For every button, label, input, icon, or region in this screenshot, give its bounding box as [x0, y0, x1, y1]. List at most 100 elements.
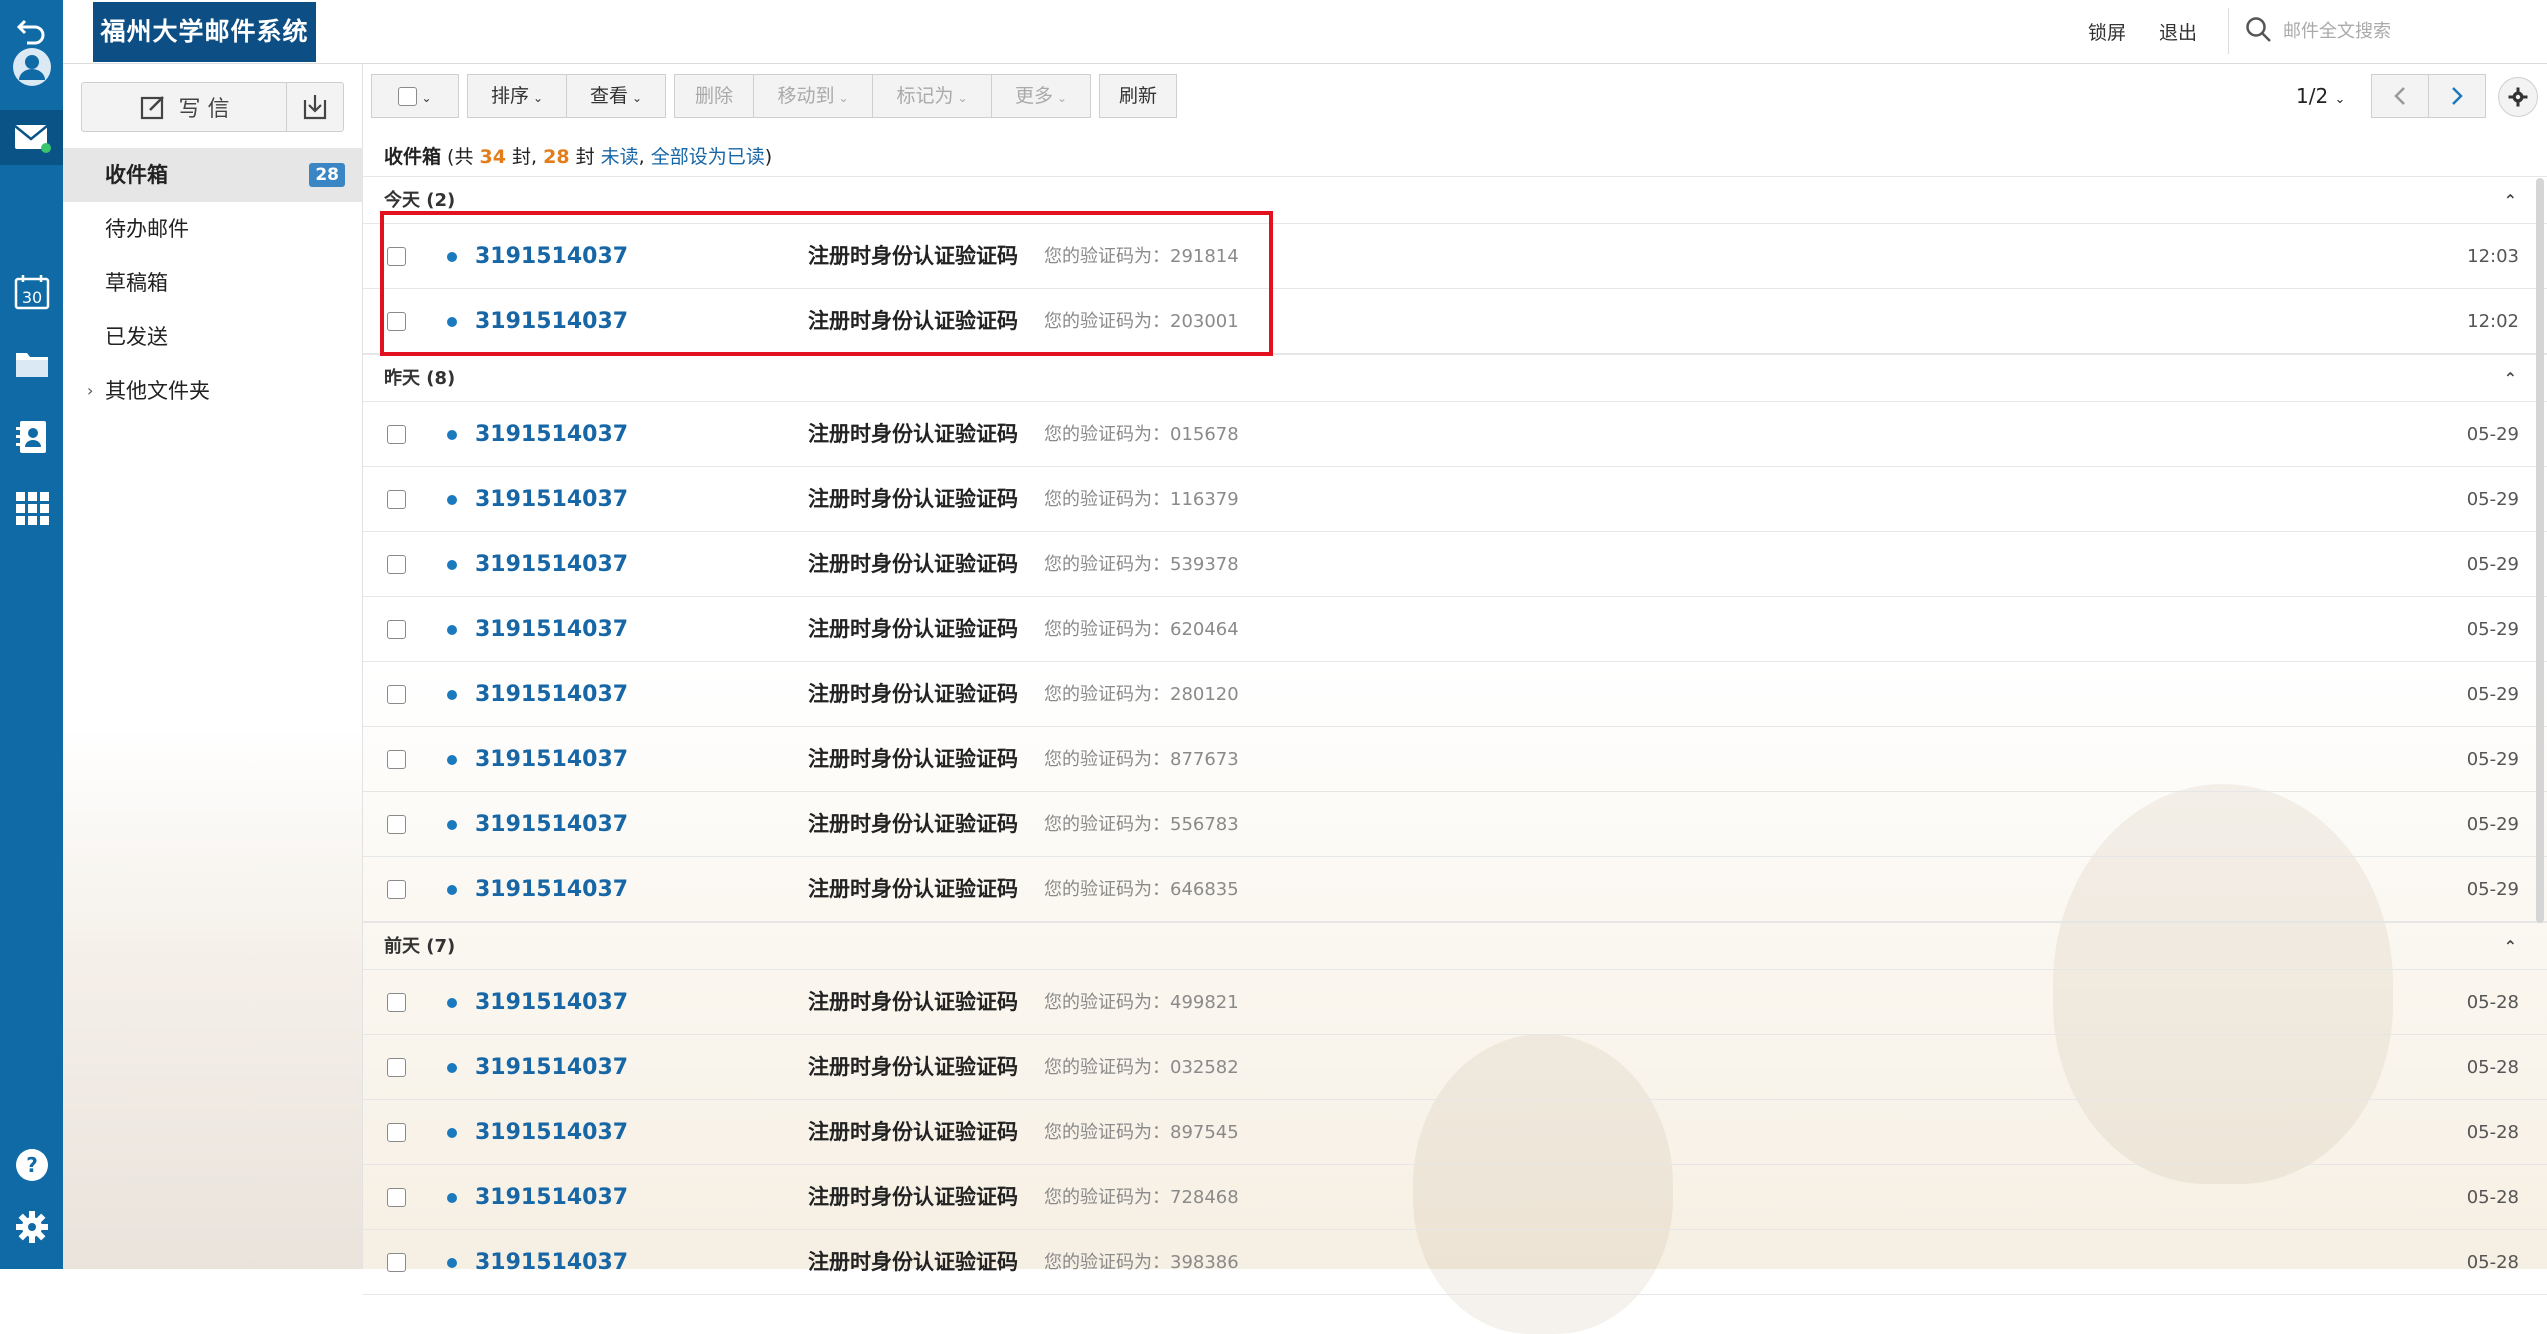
mail-row[interactable]: 3191514037 注册时身份认证验证码 您的验证码为：539378 05-29 [363, 532, 2547, 597]
mail-checkbox[interactable] [387, 555, 406, 574]
mail-subject[interactable]: 注册时身份认证验证码 [808, 597, 1018, 662]
mail-checkbox[interactable] [387, 815, 406, 834]
mail-row[interactable]: 3191514037 注册时身份认证验证码 您的验证码为：897545 05-28 [363, 1100, 2547, 1165]
mail-subject[interactable]: 注册时身份认证验证码 [808, 857, 1018, 922]
mail-checkbox[interactable] [387, 312, 406, 331]
folder-sent[interactable]: 已发送 [63, 310, 363, 364]
mail-sender[interactable]: 3191514037 [475, 662, 628, 727]
mail-row[interactable]: 3191514037 注册时身份认证验证码 您的验证码为：877673 05-29 [363, 727, 2547, 792]
mail-row[interactable]: 3191514037 注册时身份认证验证码 您的验证码为：398386 05-28 [363, 1230, 2547, 1295]
prev-page-button[interactable] [2371, 74, 2429, 118]
refresh-button[interactable]: 刷新 [1099, 74, 1177, 118]
folder-todo[interactable]: 待办邮件 [63, 202, 363, 256]
mail-checkbox[interactable] [387, 993, 406, 1012]
move-to-button[interactable]: 移动到 ⌄ [753, 74, 873, 118]
chevron-right-icon[interactable]: › [87, 364, 93, 418]
mail-sender[interactable]: 3191514037 [475, 1100, 628, 1165]
mail-row[interactable]: 3191514037 注册时身份认证验证码 您的验证码为：032582 05-28 [363, 1035, 2547, 1100]
mail-sender[interactable]: 3191514037 [475, 1035, 628, 1100]
folder-drafts[interactable]: 草稿箱 [63, 256, 363, 310]
folder-icon[interactable] [0, 339, 63, 389]
mail-checkbox[interactable] [387, 1188, 406, 1207]
mail-subject[interactable]: 注册时身份认证验证码 [808, 970, 1018, 1035]
mail-row[interactable]: 3191514037 注册时身份认证验证码 您的验证码为：556783 05-29 [363, 792, 2547, 857]
mail-subject[interactable]: 注册时身份认证验证码 [808, 1165, 1018, 1230]
mail-checkbox[interactable] [387, 490, 406, 509]
mail-row[interactable]: 3191514037 注册时身份认证验证码 您的验证码为：620464 05-29 [363, 597, 2547, 662]
mail-sender[interactable]: 3191514037 [475, 857, 628, 922]
mail-sender[interactable]: 3191514037 [475, 970, 628, 1035]
sort-button[interactable]: 排序 ⌄ [467, 74, 567, 118]
mail-subject[interactable]: 注册时身份认证验证码 [808, 467, 1018, 532]
mail-sender[interactable]: 3191514037 [475, 792, 628, 857]
avatar[interactable] [0, 42, 63, 92]
collapse-icon[interactable]: ⌃ [2504, 923, 2517, 971]
mail-checkbox[interactable] [387, 1123, 406, 1142]
mail-subject[interactable]: 注册时身份认证验证码 [808, 224, 1018, 289]
mail-sender[interactable]: 3191514037 [475, 597, 628, 662]
mail-sender[interactable]: 3191514037 [475, 402, 628, 467]
mail-row[interactable]: 3191514037 注册时身份认证验证码 您的验证码为：280120 05-29 [363, 662, 2547, 727]
settings-icon[interactable] [0, 1202, 63, 1252]
collapse-icon[interactable]: ⌃ [2504, 355, 2517, 403]
mail-subject[interactable]: 注册时身份认证验证码 [808, 1035, 1018, 1100]
contacts-icon[interactable] [0, 412, 63, 462]
apps-grid-icon[interactable] [0, 483, 63, 533]
mail-row[interactable]: 3191514037 注册时身份认证验证码 您的验证码为：116379 05-29 [363, 467, 2547, 532]
mail-row[interactable]: 3191514037 注册时身份认证验证码 您的验证码为：291814 12:03 [363, 224, 2547, 289]
mail-subject[interactable]: 注册时身份认证验证码 [808, 662, 1018, 727]
mail-row[interactable]: 3191514037 注册时身份认证验证码 您的验证码为：203001 12:02 [363, 289, 2547, 354]
mail-sender[interactable]: 3191514037 [475, 224, 628, 289]
collapse-icon[interactable]: ⌃ [2504, 177, 2517, 225]
page-indicator[interactable]: 1/2 ⌄ [2296, 84, 2345, 108]
mail-row[interactable]: 3191514037 注册时身份认证验证码 您的验证码为：646835 05-29 [363, 857, 2547, 922]
mail-subject[interactable]: 注册时身份认证验证码 [808, 289, 1018, 354]
mail-checkbox[interactable] [387, 620, 406, 639]
mark-as-button[interactable]: 标记为 ⌄ [872, 74, 992, 118]
search-icon[interactable] [2245, 16, 2273, 48]
unread-filter-link[interactable]: 未读 [601, 146, 639, 168]
help-icon[interactable]: ? [0, 1140, 63, 1190]
next-page-button[interactable] [2428, 74, 2486, 118]
search-input[interactable] [2281, 14, 2531, 48]
mail-subject[interactable]: 注册时身份认证验证码 [808, 727, 1018, 792]
compose-button[interactable]: 写 信 [82, 83, 287, 131]
mail-subject[interactable]: 注册时身份认证验证码 [808, 792, 1018, 857]
more-button[interactable]: 更多 ⌄ [991, 74, 1091, 118]
scrollbar[interactable] [2536, 178, 2544, 923]
mail-checkbox[interactable] [387, 1058, 406, 1077]
mail-row[interactable]: 3191514037 注册时身份认证验证码 您的验证码为：015678 05-29 [363, 402, 2547, 467]
mail-checkbox[interactable] [387, 750, 406, 769]
mail-checkbox[interactable] [387, 1253, 406, 1272]
mail-sender[interactable]: 3191514037 [475, 1165, 628, 1230]
select-all-dropdown[interactable]: ⌄ [371, 74, 459, 118]
select-all-checkbox[interactable] [398, 87, 418, 106]
mail-checkbox[interactable] [387, 247, 406, 266]
mail-icon[interactable] [0, 110, 63, 165]
mail-subject[interactable]: 注册时身份认证验证码 [808, 1100, 1018, 1165]
unread-dot-icon [447, 495, 457, 505]
mail-checkbox[interactable] [387, 685, 406, 704]
mail-checkbox[interactable] [387, 880, 406, 899]
mail-checkbox[interactable] [387, 425, 406, 444]
logout-link[interactable]: 退出 [2159, 18, 2197, 45]
mail-sender[interactable]: 3191514037 [475, 727, 628, 792]
folder-other[interactable]: › 其他文件夹 [63, 364, 363, 418]
mail-row[interactable]: 3191514037 注册时身份认证验证码 您的验证码为：499821 05-28 [363, 970, 2547, 1035]
mail-subject[interactable]: 注册时身份认证验证码 [808, 402, 1018, 467]
receive-mail-button[interactable] [287, 83, 343, 131]
lock-screen-link[interactable]: 锁屏 [2088, 18, 2126, 45]
list-settings-button[interactable] [2498, 77, 2538, 117]
mark-all-read-link[interactable]: 全部设为已读 [651, 146, 765, 168]
mail-sender[interactable]: 3191514037 [475, 289, 628, 354]
folder-inbox[interactable]: 收件箱 28 [63, 148, 363, 202]
mail-sender[interactable]: 3191514037 [475, 532, 628, 597]
delete-button[interactable]: 删除 [674, 74, 754, 118]
mail-sender[interactable]: 3191514037 [475, 1230, 628, 1295]
view-button[interactable]: 查看 ⌄ [566, 74, 666, 118]
mail-subject[interactable]: 注册时身份认证验证码 [808, 532, 1018, 597]
calendar-icon[interactable]: 30 [0, 267, 63, 317]
mail-sender[interactable]: 3191514037 [475, 467, 628, 532]
mail-row[interactable]: 3191514037 注册时身份认证验证码 您的验证码为：728468 05-28 [363, 1165, 2547, 1230]
mail-subject[interactable]: 注册时身份认证验证码 [808, 1230, 1018, 1295]
